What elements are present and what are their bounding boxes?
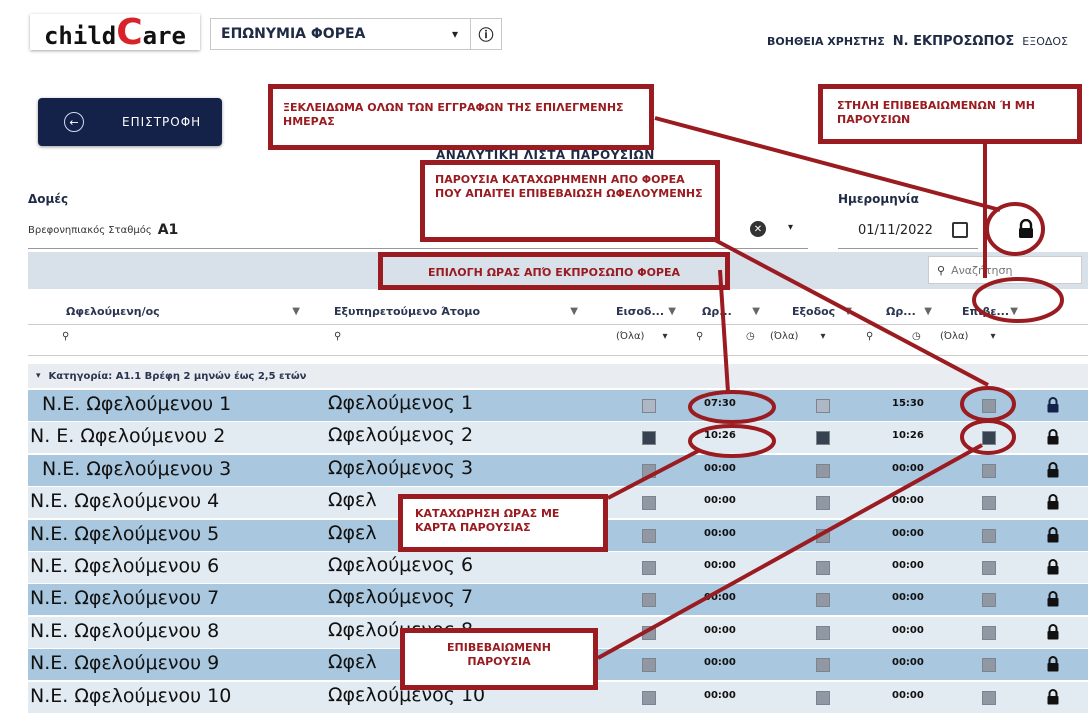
annotation-circle-time-1	[688, 390, 776, 424]
annotation-circle-lock	[985, 202, 1045, 256]
annotation-card-entry: ΚΑΤΑΧΩΡΗΣΗ ΩΡΑΣ ΜΕ ΚΑΡΤΑ ΠΑΡΟΥΣΙΑΣ	[398, 494, 608, 552]
annotation-line-card-entry	[607, 448, 701, 500]
annotation-unlock-all: ΞΕΚΛΕΙΔΩΜΑ ΟΛΩΝ ΤΩΝ ΕΓΓΡΑΦΩΝ ΤΗΣ ΕΠΙΛΕΓΜ…	[268, 84, 654, 150]
annotation-line-needs-confirmation	[714, 238, 989, 387]
annotation-line-confirmed	[597, 443, 983, 660]
annotation-time-by-rep: ΕΠΙΛΟΓΗ ΩΡΑΣ ΑΠΌ ΕΚΠΡΟΣΩΠΟ ΦΟΡΕΑ	[378, 252, 730, 290]
annotation-confirm-column: ΣΤΗΛΗ ΕΠΙΒΕΒΑΙΩΜΕΝΩΝ Ή ΜΗ ΠΑΡΟΥΣΙΩΝ	[818, 84, 1082, 144]
annotation-circle-time-2	[688, 424, 776, 458]
annotation-circle-confirm-header	[972, 277, 1064, 323]
annotation-circle-confirm-2	[960, 419, 1016, 455]
annotation-confirmed: ΕΠΙΒΕΒΑΙΩΜΕΝΗ ΠΑΡΟΥΣΙΑ	[400, 628, 598, 690]
annotation-needs-confirmation: ΠΑΡΟΥΣΙΑ ΚΑΤΑΧΩΡΗΜΕΝΗ ΑΠΟ ΦΟΡΕΑ ΠΟΥ ΑΠΑΙ…	[420, 160, 720, 242]
annotation-circle-confirm-1	[960, 386, 1016, 422]
